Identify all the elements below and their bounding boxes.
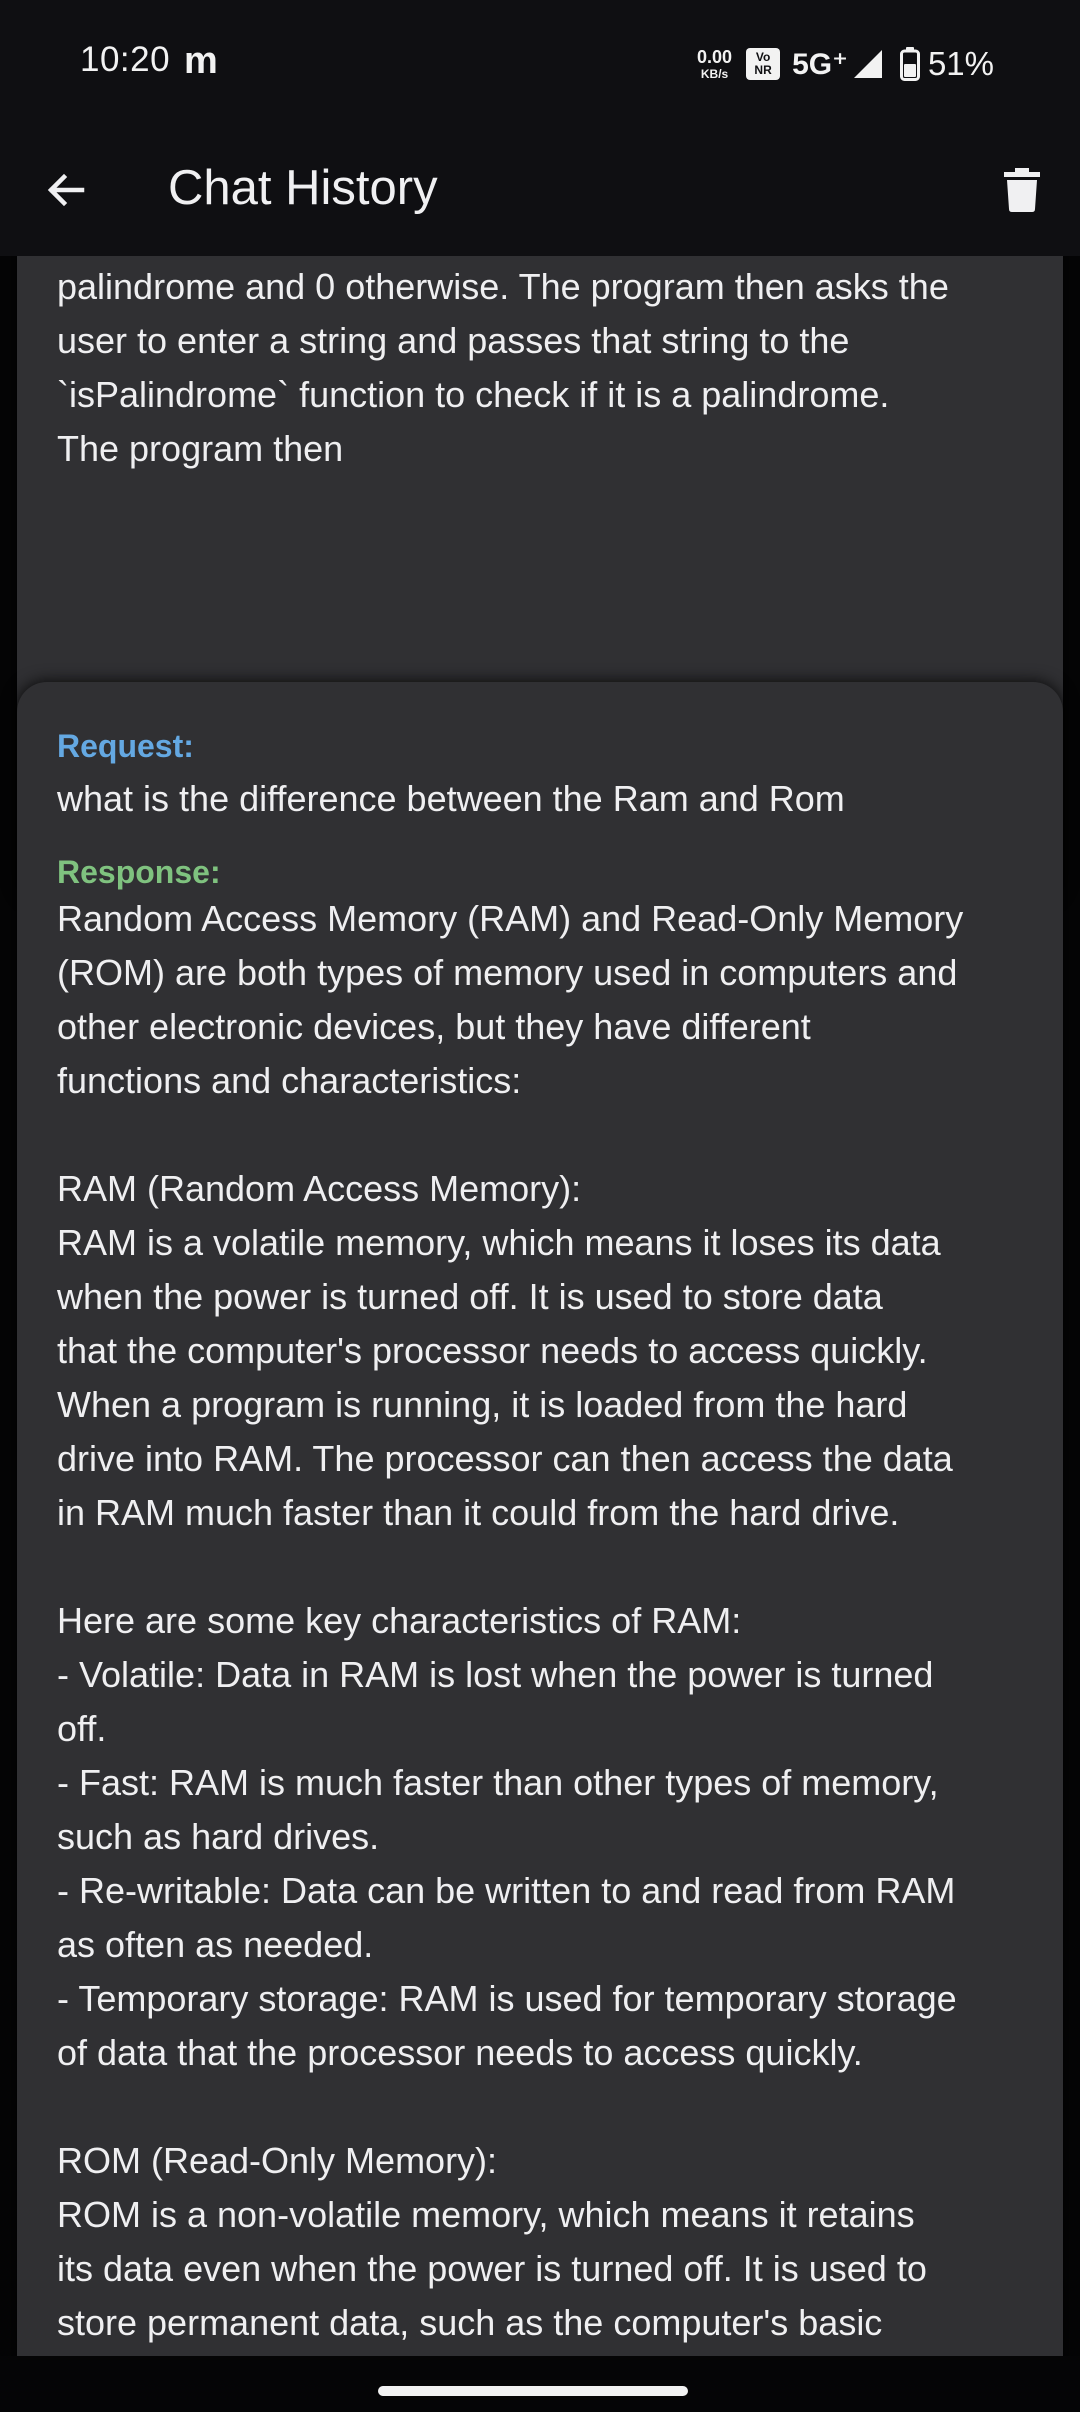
status-icons: 0.00 KB/s Vo NR 5G⁺ 51% [697,42,994,86]
chat-history-list[interactable]: takes a string as input and returns 1 if… [0,256,1080,2356]
notification-icon: m [184,40,218,82]
status-bar: 10:20 m 0.00 KB/s Vo NR 5G⁺ 51% [0,0,1080,126]
navigation-bar [0,2356,1080,2412]
data-speed: 0.00 KB/s [697,48,732,80]
request-text: what is the difference between the Ram a… [57,778,845,819]
signal-icon [853,50,882,78]
battery-percent: 51% [927,45,994,82]
app-bar: Chat History [0,126,1080,256]
data-speed-value: 0.00 [697,47,733,67]
arrow-left-icon [47,173,85,207]
trash-icon [1004,168,1040,212]
battery-icon [899,47,920,81]
status-time: 10:20 [80,40,171,79]
data-speed-unit: KB/s [700,67,729,81]
delete-history-button[interactable] [992,160,1052,220]
history-card: Request: what is the difference between … [17,682,1063,2356]
response-text: Random Access Memory (RAM) and Read-Only… [57,898,964,2343]
page-title: Chat History [168,161,438,215]
response-label: Response: [57,854,221,890]
back-button[interactable] [36,160,96,220]
response-text: takes a string as input and returns 1 if… [57,266,949,469]
screen: 10:20 m 0.00 KB/s Vo NR 5G⁺ 51% Chat His… [0,0,1080,2412]
home-gesture-handle[interactable] [378,2386,688,2396]
network-type: 5G⁺ [792,47,848,81]
volte-icon: Vo NR [746,48,781,80]
request-label: Request: [57,728,194,764]
